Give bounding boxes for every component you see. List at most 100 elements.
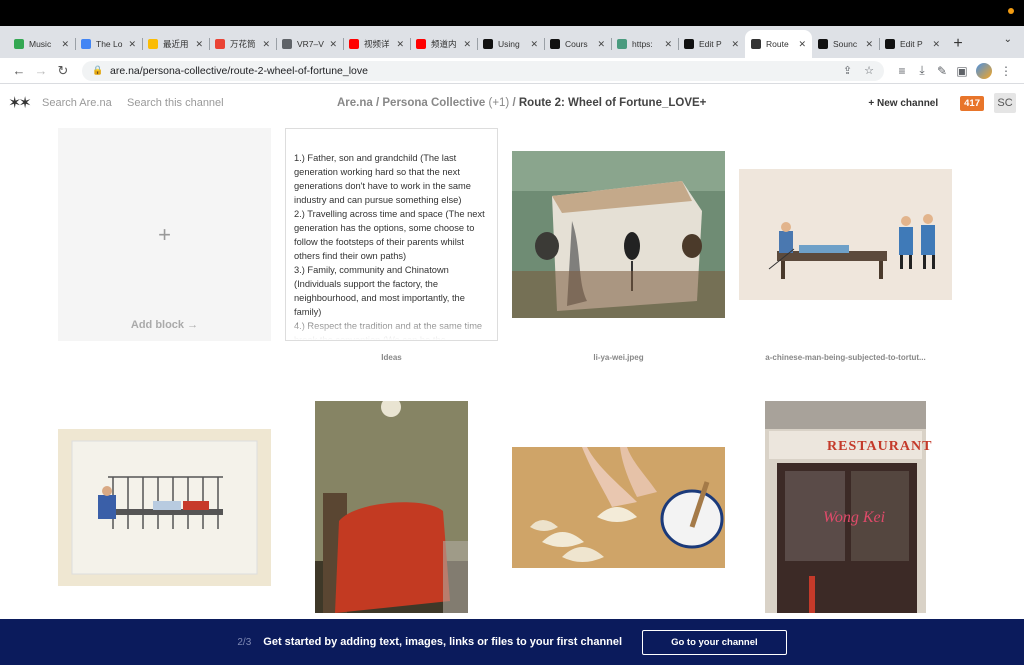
arena-star-icon: [751, 39, 761, 49]
bookmark-star-icon[interactable]: ☆: [864, 64, 874, 77]
close-tab-icon[interactable]: ✕: [932, 39, 940, 50]
chinese-illustration-image: [739, 169, 952, 300]
red-bed-painting-image: [315, 397, 468, 613]
close-tab-icon[interactable]: ✕: [731, 39, 739, 50]
arena-icon: [818, 39, 828, 49]
url-text: are.na/persona-collective/route-2-wheel-…: [110, 64, 368, 77]
google-drive-icon: [14, 39, 24, 49]
browser-tab[interactable]: Route ✕: [745, 30, 812, 58]
breadcrumb-separator: /: [372, 97, 383, 109]
close-tab-icon[interactable]: ✕: [195, 39, 203, 50]
youtube-icon: [349, 39, 359, 49]
profile-avatar[interactable]: [976, 62, 992, 79]
block-caption: a-chinese-man-being-subjected-to-tortut.…: [765, 353, 926, 362]
ideas-text-block[interactable]: 1.) Father, son and grandchild (The last…: [285, 128, 498, 341]
close-tab-icon[interactable]: ✕: [329, 39, 337, 50]
dumplings-photo-block[interactable]: [512, 447, 725, 568]
close-tab-icon[interactable]: ✕: [262, 39, 270, 50]
recording-indicator-icon: [1008, 8, 1014, 14]
close-tab-icon[interactable]: ✕: [128, 39, 136, 50]
block-caption: Ideas: [381, 353, 402, 362]
tab-title: 最近用: [163, 39, 189, 49]
breadcrumb-group[interactable]: Persona Collective: [382, 97, 485, 109]
new-channel-button[interactable]: + New channel: [868, 98, 938, 109]
tab-title: VR7–V: [297, 39, 324, 49]
notification-count-badge[interactable]: 417: [960, 95, 984, 111]
close-tab-icon[interactable]: ✕: [463, 39, 471, 50]
close-tab-icon[interactable]: ✕: [664, 39, 672, 50]
breadcrumb-separator: /: [509, 97, 519, 109]
reading-list-icon[interactable]: ≡: [892, 64, 912, 78]
framed-illustration-block[interactable]: [58, 429, 271, 586]
painting-image-block[interactable]: [512, 151, 725, 318]
red-bed-painting-block[interactable]: [315, 397, 468, 613]
address-bar[interactable]: 🔒 are.na/persona-collective/route-2-whee…: [82, 60, 884, 81]
back-icon[interactable]: ←: [8, 63, 30, 78]
go-to-channel-button[interactable]: Go to your channel: [642, 629, 787, 655]
browser-tab[interactable]: Music ✕: [8, 30, 75, 58]
arena-icon: [550, 39, 560, 49]
browser-tab[interactable]: 视频详 ✕: [343, 30, 410, 58]
sidebar-icon[interactable]: ▣: [952, 64, 972, 78]
reload-icon[interactable]: ↻: [52, 63, 74, 79]
close-tab-icon[interactable]: ✕: [530, 39, 538, 50]
download-icon[interactable]: ⤓: [912, 63, 932, 78]
restaurant-photo: [765, 401, 926, 613]
browser-tab[interactable]: https: ✕: [611, 30, 678, 58]
breadcrumb-root[interactable]: Are.na: [337, 97, 373, 109]
close-tab-icon[interactable]: ✕: [597, 39, 605, 50]
arena-icon: [885, 39, 895, 49]
globe-icon: [617, 39, 627, 49]
tab-title: Edit P: [900, 39, 923, 49]
illustration-image-block[interactable]: [739, 169, 952, 300]
close-tab-icon[interactable]: ✕: [798, 39, 806, 50]
close-tab-icon[interactable]: ✕: [396, 39, 404, 50]
onboarding-banner: 2/3 Get started by adding text, images, …: [0, 619, 1024, 665]
close-tab-icon[interactable]: ✕: [61, 39, 69, 50]
globe-icon: [282, 39, 292, 49]
plus-icon: +: [158, 221, 171, 247]
search-channel-input[interactable]: Search this channel: [127, 97, 327, 109]
text-fade-overlay: [286, 312, 497, 340]
forward-icon[interactable]: →: [30, 63, 52, 78]
tab-title: Edit P: [699, 39, 722, 49]
onboarding-step: 2/3: [237, 636, 252, 648]
share-icon[interactable]: ⇪: [843, 64, 852, 77]
arena-icon: [684, 39, 694, 49]
framed-illustration-image: [58, 429, 271, 586]
browser-tab[interactable]: Edit P ✕: [678, 30, 745, 58]
browser-tab[interactable]: Edit P ✕: [879, 30, 946, 58]
menu-kebab-icon[interactable]: ⋮: [996, 64, 1016, 78]
browser-tab[interactable]: 最近用 ✕: [142, 30, 209, 58]
browser-tab-strip: Music ✕ The Lo ✕ 最近用 ✕ 万花筒 ✕ VR7–V ✕ 视频详 ✕ 频道内 ✕ Using…: [0, 26, 1024, 58]
new-tab-button[interactable]: +: [946, 30, 970, 58]
youtube-icon: [416, 39, 426, 49]
breadcrumb-group-count[interactable]: (+1): [485, 97, 509, 109]
browser-tab[interactable]: The Lo ✕: [75, 30, 142, 58]
tab-title: 视频详: [364, 39, 390, 49]
dumplings-photo: [512, 447, 725, 568]
arena-logo[interactable]: ✶✶: [8, 93, 38, 113]
google-icon: [215, 39, 225, 49]
search-arena-input[interactable]: Search Are.na: [42, 97, 127, 109]
browser-tab[interactable]: VR7–V ✕: [276, 30, 343, 58]
browser-tab[interactable]: Using ✕: [477, 30, 544, 58]
block-caption: li-ya-wei.jpeg: [593, 353, 644, 362]
tab-title: Cours: [565, 39, 588, 49]
close-tab-icon[interactable]: ✕: [865, 39, 873, 50]
browser-tab[interactable]: 频道内 ✕: [410, 30, 477, 58]
restaurant-sign-text: RESTAURANT: [827, 439, 933, 454]
restaurant-photo-block[interactable]: RESTAURANT Wong Kei: [765, 401, 931, 613]
browser-tab[interactable]: Sounc ✕: [812, 30, 879, 58]
user-avatar[interactable]: SC: [994, 93, 1016, 113]
browser-toolbar: ← → ↻ 🔒 are.na/persona-collective/route-…: [0, 58, 1024, 84]
google-drive-icon: [148, 39, 158, 49]
browser-tab[interactable]: Cours ✕: [544, 30, 611, 58]
extensions-icon[interactable]: ✎: [932, 64, 952, 78]
add-block-button[interactable]: + Add block →: [58, 128, 271, 341]
tab-search-chevron-icon[interactable]: ⌄: [1004, 34, 1012, 45]
breadcrumb-current-channel[interactable]: Route 2: Wheel of Fortune_LOVE+: [519, 97, 707, 109]
browser-tab[interactable]: 万花筒 ✕: [209, 30, 276, 58]
google-drive-icon: [81, 39, 91, 49]
painting-image: [512, 151, 725, 318]
